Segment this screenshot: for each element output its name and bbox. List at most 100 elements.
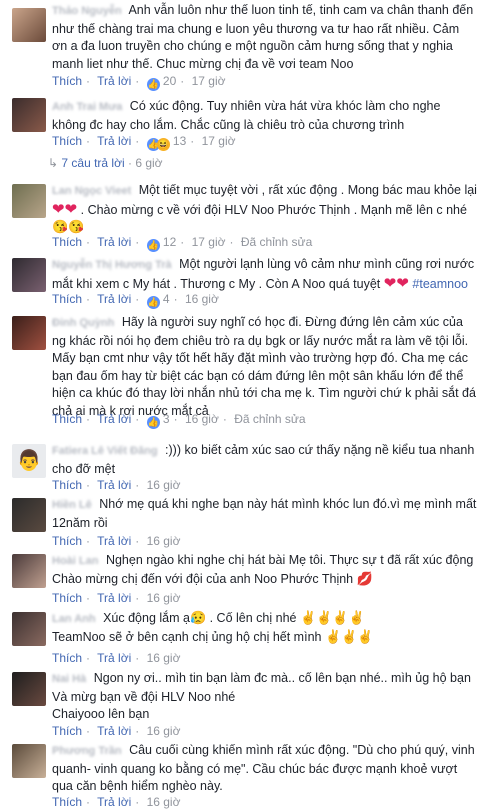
timestamp[interactable]: 17 giờ — [202, 134, 236, 148]
reply-button[interactable]: Trả lời — [97, 235, 131, 249]
timestamp[interactable]: 16 giờ — [147, 591, 181, 605]
like-button[interactable]: Thích — [52, 74, 82, 88]
like-button[interactable]: Thích — [52, 591, 82, 605]
timestamp[interactable]: 16 giờ — [147, 534, 181, 548]
timestamp[interactable]: 16 giờ — [185, 412, 219, 426]
comment-body: Lan Anh Xúc động lắm ạ😥 . Cố lên chị nhé… — [52, 610, 477, 646]
reply-button[interactable]: Trả lời — [97, 292, 131, 306]
default-avatar-icon: 👨 — [16, 450, 42, 472]
comment-actions: Thích · Trả lời · 👍 4 · 16 giờ — [52, 292, 219, 309]
comment: Thảo Nguyễn Anh vẫn luôn như thế luon ti… — [0, 0, 487, 92]
comment-body: Lan Ngọc Vieet Một tiết mục tuyệt vời , … — [52, 182, 477, 237]
timestamp[interactable]: 16 giờ — [147, 795, 181, 809]
commenter-name[interactable]: Anh Trai Mưa — [52, 101, 122, 113]
reply-button[interactable]: Trả lời — [97, 74, 131, 88]
hashtag-link[interactable]: #teamnoo — [412, 277, 468, 291]
comment-actions: Thích · Trả lời · 16 giờ — [52, 591, 181, 605]
avatar[interactable] — [12, 744, 46, 778]
timestamp[interactable]: 16 giờ — [147, 478, 181, 492]
kiss-emoji-icon: 💋 — [356, 570, 373, 586]
sad-emoji-icon: 😥 — [189, 610, 207, 625]
commenter-name[interactable]: Đinh Quỳnh — [52, 317, 114, 329]
comment: Lan Ngọc Vieet Một tiết mục tuyệt vời , … — [0, 180, 487, 252]
haha-reaction-icon[interactable]: 😆 — [156, 138, 170, 151]
avatar[interactable] — [12, 316, 46, 350]
timestamp[interactable]: 16 giờ — [147, 724, 181, 738]
view-replies-link[interactable]: 7 câu trả lời — [61, 156, 124, 170]
comment-text: Nhớ mẹ quá khi nghe bạn này hát mình khó… — [52, 497, 477, 530]
reply-button[interactable]: Trả lời — [97, 591, 131, 605]
reply-button[interactable]: Trả lời — [97, 724, 131, 738]
like-button[interactable]: Thích — [52, 534, 82, 548]
timestamp[interactable]: 17 giờ — [192, 235, 226, 249]
reaction-count[interactable]: 3 — [163, 412, 170, 426]
commenter-name[interactable]: Nguyễn Thị Hương Trà — [52, 259, 172, 271]
reply-button[interactable]: Trả lời — [97, 478, 131, 492]
reply-button[interactable]: Trả lời — [97, 134, 131, 148]
commenter-name[interactable]: Phương Trần — [52, 745, 122, 757]
victory-hand-icon: ✌✌✌ — [324, 628, 374, 644]
like-button[interactable]: Thích — [52, 292, 82, 306]
comment-body: Fatiera Lê Viết Đăng :))) ko biết cảm xú… — [52, 442, 477, 478]
comment-text-2: . Chào mừng c về với đội HLV Noo Phước T… — [80, 202, 467, 217]
avatar[interactable] — [12, 258, 46, 292]
commenter-name[interactable]: Fatiera Lê Viết Đăng — [52, 445, 158, 457]
comment-text: Một tiết mục tuyệt vời , rất xúc động . … — [138, 183, 477, 197]
comment: Đinh Quỳnh Hãy là người suy nghĩ có học … — [0, 312, 487, 442]
commenter-name[interactable]: Thảo Nguyễn — [52, 5, 122, 17]
reaction-count[interactable]: 4 — [163, 292, 170, 306]
reply-button[interactable]: Trả lời — [97, 651, 131, 665]
like-button[interactable]: Thích — [52, 651, 82, 665]
reply-arrow-icon: ↳ — [48, 156, 59, 170]
like-button[interactable]: Thích — [52, 134, 82, 148]
avatar[interactable] — [12, 98, 46, 132]
avatar[interactable] — [12, 8, 46, 42]
commenter-name[interactable]: Hoài Lan — [52, 555, 98, 567]
timestamp[interactable]: 16 giờ — [147, 651, 181, 665]
comment-actions: Thích · Trả lời · 👍😆 13 · 17 giờ — [52, 134, 236, 151]
avatar[interactable] — [12, 184, 46, 218]
like-button[interactable]: Thích — [52, 412, 82, 426]
like-button[interactable]: Thích — [52, 795, 82, 809]
comment-actions: Thích · Trả lời · 16 giờ — [52, 478, 181, 492]
victory-hand-icon: ✌✌✌✌ — [299, 610, 365, 625]
comment-text-2: Chaiyooo lên bạn — [52, 707, 150, 721]
replies-time: 6 giờ — [135, 156, 163, 170]
reply-button[interactable]: Trả lời — [97, 412, 131, 426]
like-reaction-icon[interactable]: 👍 — [146, 296, 160, 309]
comment-actions: Thích · Trả lời · 👍 3 · 16 giờ · Đã chỉnh sử… — [52, 412, 306, 429]
kiss-emoji-icon: 😘😘 — [52, 219, 85, 234]
avatar[interactable] — [12, 498, 46, 532]
like-button[interactable]: Thích — [52, 235, 82, 249]
avatar[interactable] — [12, 554, 46, 588]
avatar[interactable] — [12, 612, 46, 646]
avatar[interactable] — [12, 672, 46, 706]
comment: Hiền Lê Nhớ mẹ quá khi nghe bạn này hát … — [0, 494, 487, 550]
comment: Lan Anh Xúc động lắm ạ😥 . Cố lên chị nhé… — [0, 608, 487, 668]
like-button[interactable]: Thích — [52, 724, 82, 738]
like-reaction-icon[interactable]: 👍 — [146, 416, 160, 429]
reply-button[interactable]: Trả lời — [97, 795, 131, 809]
comment-body: Hiền Lê Nhớ mẹ quá khi nghe bạn này hát … — [52, 496, 477, 532]
commenter-name[interactable]: Hiền Lê — [52, 499, 92, 511]
commenter-name[interactable]: Nai Hà — [52, 673, 86, 685]
like-button[interactable]: Thích — [52, 478, 82, 492]
commenter-name[interactable]: Lan Anh — [52, 613, 96, 625]
reaction-count[interactable]: 13 — [173, 134, 186, 148]
timestamp[interactable]: 17 giờ — [192, 74, 226, 88]
comment: Hoài Lan Nghẹn ngào khi nghe chị hát bài… — [0, 550, 487, 608]
comment-body: Phương Trần Câu cuối cùng khiến mình rất… — [52, 742, 477, 796]
like-reaction-icon[interactable]: 👍 — [146, 78, 160, 91]
comment: Nguyễn Thị Hương Trà Một người lạnh lùng… — [0, 252, 487, 312]
avatar[interactable]: 👨 — [12, 444, 46, 478]
commenter-name[interactable]: Lan Ngọc Vieet — [52, 185, 131, 197]
like-reaction-icon[interactable]: 👍 — [146, 239, 160, 252]
heart-emoji-icon: ❤❤ — [383, 274, 409, 292]
timestamp[interactable]: 16 giờ — [185, 292, 219, 306]
reaction-count[interactable]: 20 — [163, 74, 176, 88]
view-replies[interactable]: ↳ 7 câu trả lời · 6 giờ — [48, 156, 163, 170]
reaction-count[interactable]: 12 — [163, 235, 176, 249]
reply-button[interactable]: Trả lời — [97, 534, 131, 548]
comment-text: Xúc động lắm ạ — [103, 611, 190, 625]
comment-actions: Thích · Trả lời · 16 giờ — [52, 534, 181, 548]
